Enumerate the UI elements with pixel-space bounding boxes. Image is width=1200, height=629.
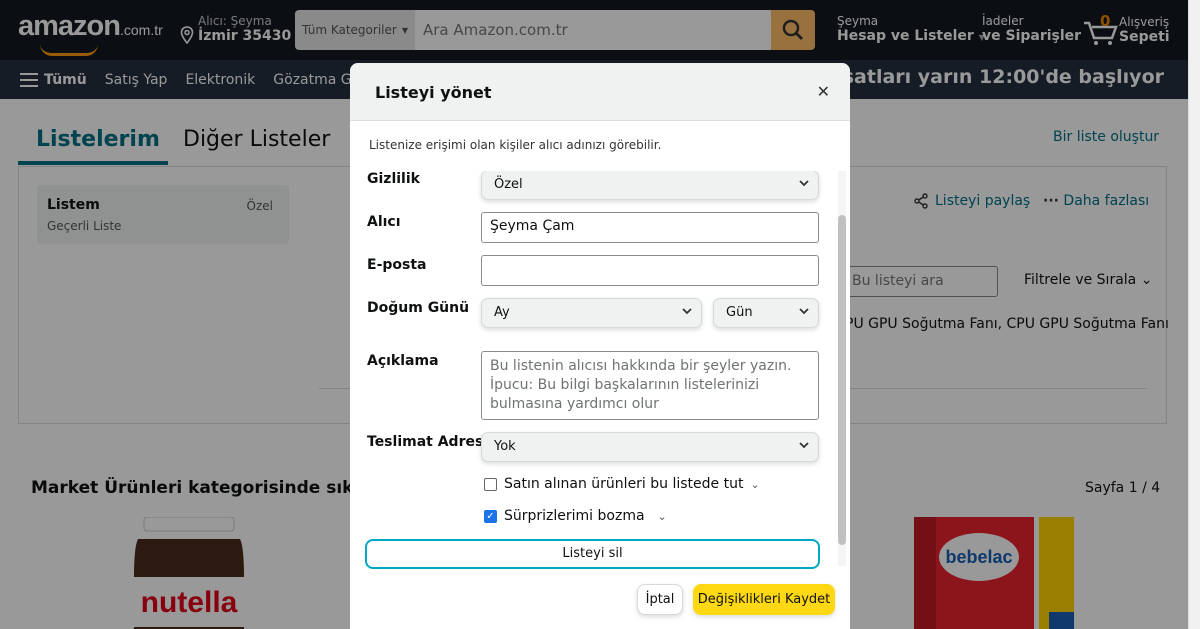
chevron-down-icon[interactable]: ⌄ [750,478,759,491]
chevron-down-icon [798,439,810,455]
manage-list-dialog: Listeyi yönet ✕ Listenize erişimi olan k… [350,63,850,629]
dialog-title: Listeyi yönet [375,83,492,102]
address-label: Teslimat Adresi [367,434,489,450]
no-spoil-label: Sürprizlerimi bozma [504,508,645,524]
chevron-down-icon [798,177,810,193]
chevron-down-icon[interactable]: ⌄ [652,510,667,523]
no-spoil-option[interactable]: ✓ Sürprizlerimi bozma ⌄ [484,508,667,524]
recipient-label: Alıcı [367,214,401,230]
description-label: Açıklama [367,353,439,369]
recipient-input[interactable]: Şeyma Çam [481,212,819,243]
address-select[interactable]: Yok [481,432,819,462]
privacy-value: Özel [494,177,523,192]
birthday-label: Doğum Günü [367,300,470,316]
month-value: Ay [494,305,510,320]
chevron-down-icon [681,305,693,321]
no-spoil-checkbox[interactable]: ✓ [484,509,497,523]
day-value: Gün [726,305,753,320]
address-value: Yok [494,439,516,454]
close-icon[interactable]: ✕ [817,82,830,101]
dialog-header: Listeyi yönet ✕ [350,63,850,121]
delete-list-button[interactable]: Listeyi sil [365,539,820,569]
dialog-scrollbar[interactable] [838,171,846,566]
privacy-select[interactable]: Özel [481,171,819,200]
description-textarea[interactable]: Bu listenin alıcısı hakkında bir şeyler … [481,351,819,420]
dialog-scroll-thumb[interactable] [838,215,846,545]
dialog-form: Gizlilik Özel Alıcı Şeyma Çam E-posta Do… [350,171,836,566]
privacy-label: Gizlilik [367,171,420,187]
cancel-button[interactable]: İptal [637,584,683,615]
dialog-footer: İptal Değişiklikleri Kaydet [350,569,850,629]
birthday-month-select[interactable]: Ay [481,298,702,328]
keep-purchased-checkbox[interactable] [484,477,497,491]
keep-purchased-option[interactable]: Satın alınan ürünleri bu listede tut ⌄ [484,476,760,492]
save-changes-button[interactable]: Değişiklikleri Kaydet [693,584,835,615]
dialog-note: Listenize erişimi olan kişiler alıcı adı… [369,138,662,152]
birthday-day-select[interactable]: Gün [713,298,819,328]
chevron-down-icon [798,305,810,321]
email-label: E-posta [367,257,427,273]
page-scrollbar[interactable] [1188,0,1200,629]
keep-purchased-label: Satın alınan ürünleri bu listede tut [504,476,744,492]
email-input[interactable] [481,255,819,286]
